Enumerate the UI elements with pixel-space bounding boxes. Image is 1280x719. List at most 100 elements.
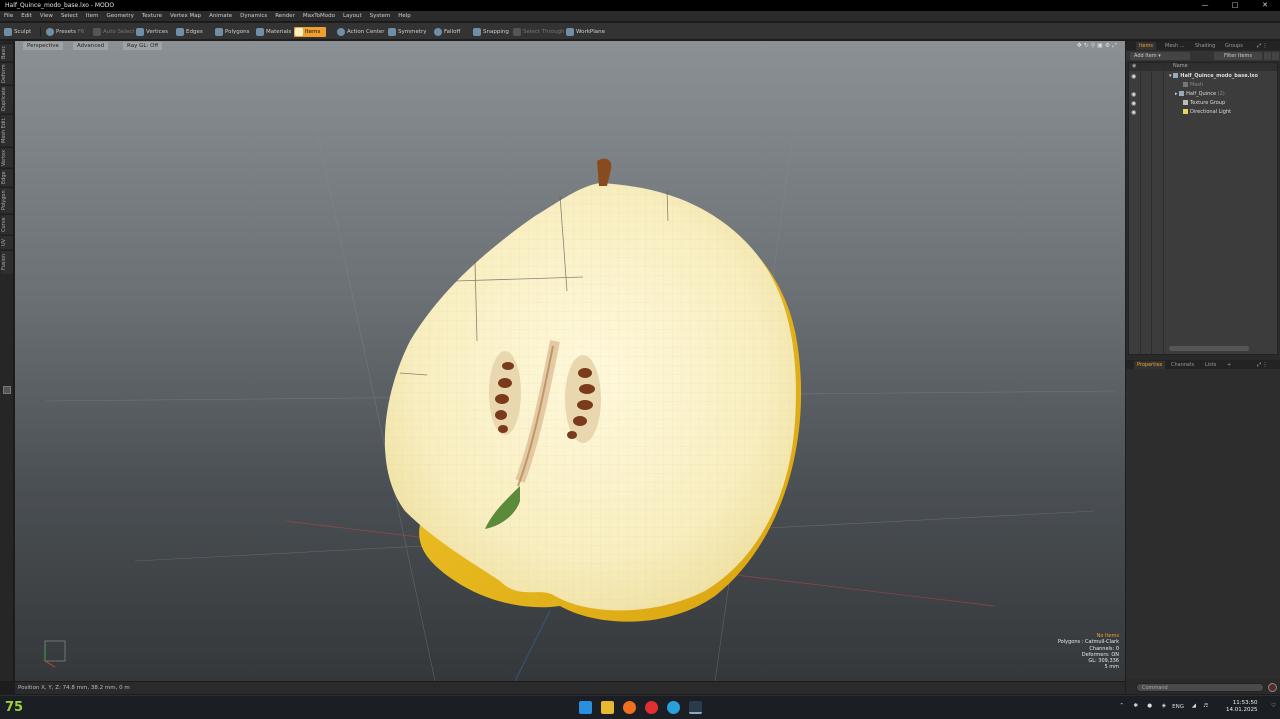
menu-layout[interactable]: Layout xyxy=(339,11,366,22)
snapping-icon xyxy=(473,28,481,36)
workplane-icon xyxy=(566,28,574,36)
list-item[interactable]: ◉ Texture Group xyxy=(1129,99,1277,108)
filter-options-icon[interactable] xyxy=(1272,52,1279,60)
shading-style-button[interactable]: Advanced xyxy=(73,42,109,50)
tab-channels[interactable]: Channels xyxy=(1168,361,1197,369)
command-history-button[interactable] xyxy=(1268,683,1277,692)
item-list[interactable]: ◉ Name ◉ ▾ Half_Quince_modo_base.lxo Mes… xyxy=(1128,62,1278,355)
menu-help[interactable]: Help xyxy=(394,11,415,22)
items-button[interactable]: Items xyxy=(294,27,327,37)
maximize-icon[interactable]: □ xyxy=(1220,0,1250,11)
polygons-button[interactable]: Polygons xyxy=(214,27,249,37)
viewport-nav-icons[interactable]: ✥↻⚲▣⚙⤢ xyxy=(1077,42,1119,50)
tab-vertex[interactable]: Vertex xyxy=(1,147,13,167)
list-item[interactable]: Mesh xyxy=(1129,81,1277,90)
visibility-icon[interactable]: ◉ xyxy=(1131,90,1136,99)
edges-button[interactable]: Edges xyxy=(175,27,203,37)
toolbar-divider xyxy=(40,27,41,37)
position-readout: Position X, Y, Z: 74.8 mm, 38.2 mm, 0 m xyxy=(18,685,130,691)
minimize-icon[interactable]: — xyxy=(1190,0,1220,11)
materials-icon xyxy=(256,28,264,36)
wifi-icon[interactable]: ◢ xyxy=(1192,703,1196,709)
right-panel: Items Mesh ... Shading Groups ⤢ ⋮ Add It… xyxy=(1126,41,1280,694)
falloff-button[interactable]: Falloff xyxy=(433,27,460,37)
tab-lists[interactable]: Lists xyxy=(1202,361,1219,369)
menu-select[interactable]: Select xyxy=(57,11,82,22)
auto-select-button[interactable]: Auto Select xyxy=(92,27,135,37)
tab-basic[interactable]: Basic xyxy=(1,43,13,61)
tab-duplicate[interactable]: Duplicate xyxy=(1,85,13,113)
visibility-icon[interactable]: ◉ xyxy=(1131,72,1136,81)
menu-system[interactable]: System xyxy=(366,11,395,22)
menu-edit[interactable]: Edit xyxy=(17,11,36,22)
search-icon[interactable] xyxy=(1264,52,1271,60)
menu-file[interactable]: File xyxy=(0,11,17,22)
name-column-header[interactable]: Name xyxy=(1173,63,1188,69)
presets-button[interactable]: Presets F6 xyxy=(45,27,84,37)
view-mode-button[interactable]: Perspective xyxy=(23,42,63,50)
3d-viewport[interactable]: Perspective Advanced Ray GL: Off ✥↻⚲▣⚙⤢ … xyxy=(15,41,1125,681)
tab-uv[interactable]: UV xyxy=(1,235,13,249)
menu-vertex-map[interactable]: Vertex Map xyxy=(166,11,205,22)
add-tab-icon[interactable]: + xyxy=(1224,361,1234,369)
tray-app-icon[interactable]: ◈ xyxy=(1162,703,1166,709)
bluetooth-icon[interactable]: ✱ xyxy=(1133,703,1138,709)
menu-animate[interactable]: Animate xyxy=(205,11,236,22)
start-icon[interactable] xyxy=(579,701,592,714)
steam-icon[interactable]: ● xyxy=(1147,703,1152,709)
telegram-icon[interactable] xyxy=(667,701,680,714)
file-explorer-icon[interactable] xyxy=(601,701,614,714)
tab-items[interactable]: Items xyxy=(1136,42,1156,50)
tab-mesh-edit[interactable]: Mesh Edit xyxy=(1,114,13,146)
action-center-button[interactable]: Action Center xyxy=(336,27,385,37)
menu-view[interactable]: View xyxy=(36,11,57,22)
tray-overflow-icon[interactable]: ⌃ xyxy=(1119,703,1124,709)
command-input[interactable]: Command xyxy=(1136,683,1264,692)
mesh-icon xyxy=(1179,91,1185,96)
tab-polygon[interactable]: Polygon xyxy=(1,187,13,213)
snapping-button[interactable]: Snapping xyxy=(472,27,509,37)
visibility-icon[interactable]: ◉ xyxy=(1131,99,1136,108)
raygl-button[interactable]: Ray GL: Off xyxy=(123,42,163,50)
menu-texture[interactable]: Texture xyxy=(138,11,166,22)
add-item-button[interactable]: Add Item ▾ xyxy=(1130,52,1190,60)
materials-button[interactable]: Materials xyxy=(255,27,291,37)
axis-orientation-icon xyxy=(44,640,66,668)
symmetry-button[interactable]: Symmetry xyxy=(387,27,427,37)
yandex-browser-icon[interactable] xyxy=(645,701,658,714)
tab-edge[interactable]: Edge xyxy=(1,168,13,186)
vertices-button[interactable]: Vertices xyxy=(135,27,168,37)
menu-item[interactable]: Item xyxy=(82,11,103,22)
menu-geometry[interactable]: Geometry xyxy=(102,11,137,22)
panel-expand-icon[interactable]: ⤢ ⋮ xyxy=(1254,361,1271,369)
sculpt-button[interactable]: Sculpt xyxy=(3,27,31,37)
tab-shading[interactable]: Shading xyxy=(1192,42,1218,50)
tab-mesh[interactable]: Mesh ... xyxy=(1162,42,1188,50)
menu-maxtomodo[interactable]: MaxToModo xyxy=(299,11,339,22)
notifications-icon[interactable]: ♡ xyxy=(1271,703,1276,709)
visibility-icon[interactable]: ◉ xyxy=(1131,108,1136,117)
panel-expand-icon[interactable]: ⤢ ⋮ xyxy=(1254,42,1271,50)
close-icon[interactable]: ✕ xyxy=(1250,0,1280,11)
browser-icon[interactable] xyxy=(623,701,636,714)
list-item[interactable]: ◉ ▸ Half_Quince (2) xyxy=(1129,90,1277,99)
tab-curve[interactable]: Curve xyxy=(1,214,13,234)
clock[interactable]: 11:53:50 14.01.2025 xyxy=(1226,700,1258,714)
tab-groups[interactable]: Groups xyxy=(1222,42,1246,50)
menu-dynamics[interactable]: Dynamics xyxy=(236,11,271,22)
tab-deform[interactable]: Deform xyxy=(1,62,13,84)
tab-fusion[interactable]: Fusion xyxy=(1,250,13,274)
tab-properties[interactable]: Properties xyxy=(1134,361,1166,369)
panel-toggle-handle[interactable] xyxy=(3,386,11,394)
menu-render[interactable]: Render xyxy=(271,11,299,22)
modo-app-icon[interactable] xyxy=(689,701,702,714)
language-indicator[interactable]: ENG xyxy=(1172,704,1184,710)
list-item[interactable]: ◉ Directional Light xyxy=(1129,108,1277,117)
list-item[interactable]: ◉ ▾ Half_Quince_modo_base.lxo xyxy=(1129,72,1277,81)
select-through-button[interactable]: Select Through xyxy=(512,27,565,37)
filter-items-button[interactable]: Filter Items xyxy=(1214,52,1262,60)
workplane-button[interactable]: WorkPlane xyxy=(565,27,605,37)
volume-icon[interactable]: ♬ xyxy=(1203,703,1208,709)
mesh-icon xyxy=(1183,82,1188,87)
horizontal-scrollbar[interactable] xyxy=(1169,346,1249,351)
